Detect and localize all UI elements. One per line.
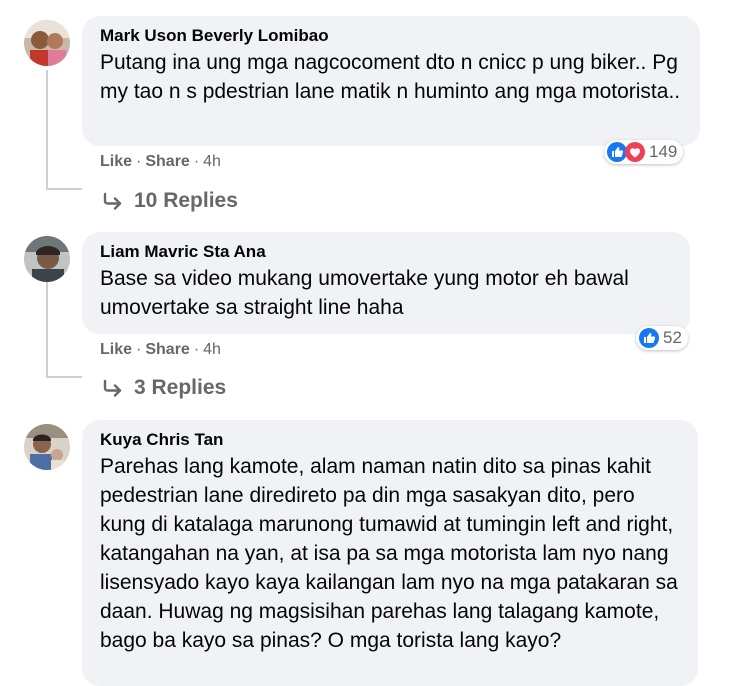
comment-text: Parehas lang kamote, alam naman natin di…	[100, 455, 678, 652]
comment-bubble: Kuya Chris Tan Parehas lang kamote, alam…	[82, 420, 698, 686]
thread-line	[46, 376, 82, 378]
reply-arrow-icon	[102, 379, 124, 397]
avatar[interactable]	[24, 20, 70, 66]
like-icon	[607, 142, 627, 162]
comment-author[interactable]: Liam Mavric Sta Ana	[100, 242, 676, 262]
timestamp[interactable]: 4h	[203, 153, 221, 171]
thread-line	[46, 188, 82, 190]
like-icon	[639, 328, 659, 348]
like-link[interactable]: Like	[100, 153, 132, 171]
avatar[interactable]	[24, 236, 70, 282]
view-replies-button[interactable]: 10 Replies	[102, 189, 238, 213]
comment-actions: Like · Share · 4h	[100, 341, 221, 359]
comment-bubble: Liam Mavric Sta Ana Base sa video mukang…	[82, 232, 690, 334]
comment-author[interactable]: Mark Uson Beverly Lomibao	[100, 26, 686, 46]
comment-bubble: Mark Uson Beverly Lomibao Putang ina ung…	[82, 16, 700, 146]
reaction-count: 149	[649, 142, 678, 161]
reaction-summary[interactable]: 52	[636, 326, 688, 350]
reaction-count: 52	[663, 328, 682, 347]
avatar[interactable]	[24, 424, 70, 470]
thread-line	[46, 282, 48, 378]
separator: ·	[136, 153, 142, 170]
comment-author[interactable]: Kuya Chris Tan	[100, 430, 684, 450]
timestamp[interactable]: 4h	[203, 341, 221, 359]
replies-count-label: 3 Replies	[134, 376, 227, 399]
comment-text: Base sa video mukang umovertake yung mot…	[100, 267, 629, 319]
replies-count-label: 10 Replies	[134, 189, 238, 212]
love-icon	[625, 142, 645, 162]
like-link[interactable]: Like	[100, 341, 132, 359]
reaction-summary[interactable]: 149	[604, 140, 684, 164]
comment-actions: Like · Share · 4h	[100, 153, 221, 171]
comment-text: Putang ina ung mga nagcocoment dto n cni…	[100, 51, 681, 103]
reply-arrow-icon	[102, 192, 124, 210]
separator: ·	[136, 341, 142, 358]
share-link[interactable]: Share	[145, 153, 189, 171]
separator: ·	[193, 153, 200, 170]
separator: ·	[193, 341, 200, 358]
view-replies-button[interactable]: 3 Replies	[102, 376, 226, 400]
thread-line	[46, 70, 48, 190]
share-link[interactable]: Share	[145, 341, 189, 359]
